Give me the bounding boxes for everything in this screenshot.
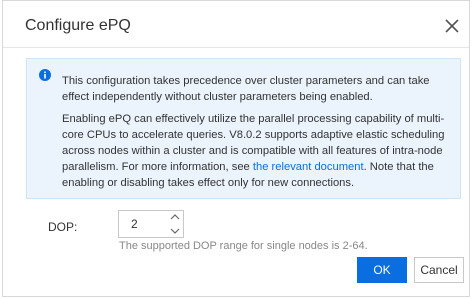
notice-paragraph-2: Enabling ePQ can effectively utilize the… [62, 111, 457, 191]
chevron-down-icon[interactable] [166, 224, 184, 238]
dop-range-hint: The supported DOP range for single nodes… [119, 240, 368, 252]
relevant-document-link[interactable]: the relevant document [253, 161, 364, 173]
close-icon[interactable] [441, 15, 463, 37]
notice-paragraph-1: This configuration takes precedence over… [62, 75, 430, 103]
configure-epq-dialog: Configure ePQ This configuration takes p… [2, 0, 470, 297]
cancel-button[interactable]: Cancel [414, 257, 464, 283]
title-divider [3, 47, 469, 48]
info-icon [39, 68, 51, 86]
dop-stepper [166, 210, 184, 238]
info-notice: This configuration takes precedence over… [26, 58, 461, 199]
dop-input[interactable]: 2 [118, 210, 184, 238]
ok-button[interactable]: OK [357, 257, 407, 283]
dop-value: 2 [131, 217, 138, 231]
dop-label: DOP: [48, 220, 78, 234]
dialog-title: Configure ePQ [25, 17, 131, 34]
chevron-up-icon[interactable] [166, 210, 184, 224]
